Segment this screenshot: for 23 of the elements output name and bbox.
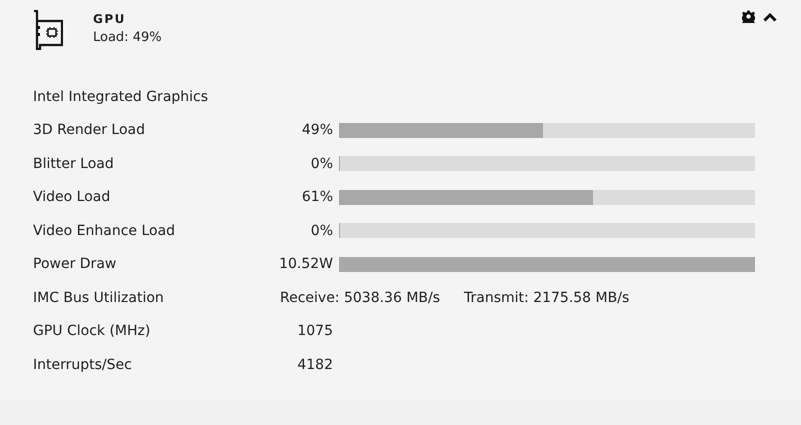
metric-value: 1075: [296, 323, 333, 340]
metric-value: 4182: [296, 356, 333, 373]
metric-label: GPU Clock (MHz): [33, 323, 152, 340]
metric-label: Video Load: [33, 189, 112, 206]
section-heading: Intel Integrated Graphics: [33, 88, 210, 107]
settings-icon[interactable]: [742, 10, 755, 23]
graphics-card-icon: [33, 10, 63, 50]
metric-label: Video Enhance Load: [33, 222, 176, 239]
metric-label: Blitter Load: [33, 156, 115, 172]
metric-label: 3D Render Load: [33, 122, 146, 138]
metric-label: Interrupts/Sec: [33, 356, 133, 373]
metric-value: 10.52W: [279, 256, 333, 272]
metric-value: 61%: [300, 189, 333, 206]
metric-label: IMC Bus Utilization: [33, 290, 165, 306]
metric-label: Power Draw: [33, 256, 118, 272]
panel-title: GPU: [93, 12, 127, 26]
transmit-rate: Transmit: 2175.58 MB/s: [464, 290, 630, 306]
load-summary: Load: 49%: [93, 30, 162, 45]
metric-value: 0%: [310, 156, 333, 172]
collapse-icon[interactable]: [763, 12, 777, 22]
metric-value: 0%: [310, 222, 333, 239]
receive-rate: Receive: 5038.36 MB/s: [280, 290, 440, 306]
metric-value: 49%: [300, 122, 333, 138]
